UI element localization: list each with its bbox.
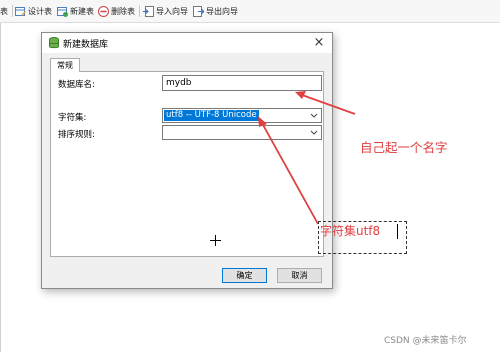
new-table-icon [57,6,68,17]
design-table-icon [15,6,26,17]
collation-label: 排序规则: [58,130,95,140]
export-wizard-label: 导出向导 [206,6,238,16]
design-table-label: 设计表 [28,6,52,16]
dialog-titlebar[interactable]: 新建数据库 × [42,33,332,53]
import-wizard-icon [143,5,154,17]
delete-table-button[interactable]: 删除表 [98,4,135,18]
new-table-label: 新建表 [70,6,94,16]
cancel-button[interactable]: 取消 [277,268,322,283]
import-wizard-button[interactable]: 导入向导 [143,4,188,18]
left-panel-border [0,23,1,352]
charset-select[interactable]: utf8 -- UTF-8 Unicode [162,108,322,123]
delete-table-label: 删除表 [111,6,135,16]
annotation-name-note: 自己起一个名字 [360,140,448,155]
toolbar-separator [139,5,140,17]
collation-select[interactable] [162,125,322,140]
import-wizard-label: 导入向导 [156,6,188,16]
toolbar: 表 设计表 新建表 删除表 导入向导 导出向导 [0,0,500,23]
chevron-down-icon [310,128,318,137]
annotation-charset-note: 字符集utf8 [320,224,381,238]
charset-selected-value: utf8 -- UTF-8 Unicode [164,110,259,121]
text-cursor [397,224,398,239]
database-icon [49,37,59,49]
delete-table-icon [98,5,109,17]
new-database-dialog: 新建数据库 × 常规 数据库名: mydb 字符集: utf8 -- UTF-8… [41,32,333,289]
toolbar-table-button[interactable]: 表 [0,4,8,18]
database-name-input[interactable]: mydb [162,75,322,91]
ok-button[interactable]: 确定 [222,268,267,283]
toolbar-separator [12,5,13,17]
toolbar-table-label: 表 [0,6,8,16]
general-tab-panel [50,71,324,257]
crosshair-cursor-icon [210,235,221,246]
database-name-label: 数据库名: [58,80,95,90]
close-button[interactable]: × [312,35,326,50]
charset-label: 字符集: [58,113,87,123]
new-table-button[interactable]: 新建表 [57,4,94,18]
tab-general[interactable]: 常规 [50,58,80,72]
chevron-down-icon [310,111,318,120]
dialog-title: 新建数据库 [63,40,109,50]
watermark: CSDN @未来笛卡尔 [384,336,467,346]
export-wizard-icon [193,5,205,17]
design-table-button[interactable]: 设计表 [15,4,52,18]
export-wizard-button[interactable]: 导出向导 [193,4,238,18]
